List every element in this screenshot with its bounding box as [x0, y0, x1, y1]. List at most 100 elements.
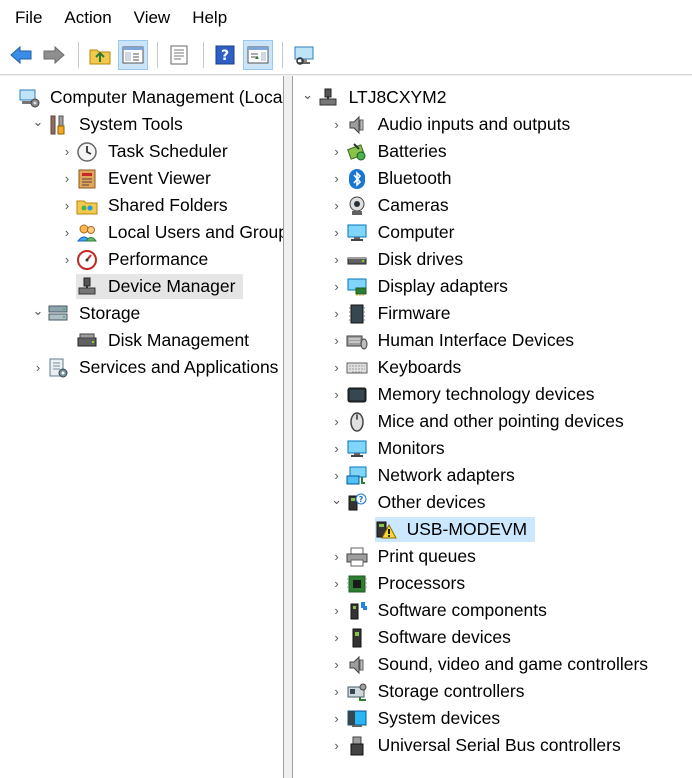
expand-chevron-right-icon[interactable]: ›	[328, 196, 346, 216]
tree-node-usb-modevm[interactable]: USB-MODEVM	[293, 516, 692, 543]
tree-node-content[interactable]: Memory technology devices	[346, 382, 603, 407]
tree-node-processors[interactable]: › Processors	[293, 570, 692, 597]
expand-chevron-right-icon[interactable]: ›	[328, 385, 346, 405]
tree-node-content[interactable]: Software devices	[346, 625, 519, 650]
expand-chevron-right-icon[interactable]: ›	[328, 709, 346, 729]
tree-node-keyboards[interactable]: › Keyboards	[293, 354, 692, 381]
tree-node-bluetooth[interactable]: › Bluetooth	[293, 165, 692, 192]
tree-node-content[interactable]: Print queues	[346, 544, 484, 569]
tree-node-content[interactable]: Computer	[346, 220, 463, 245]
tree-node-event-viewer[interactable]: › Event Viewer	[0, 165, 283, 192]
tree-node-content[interactable]: Device Manager	[76, 274, 244, 299]
expand-chevron-right-icon[interactable]: ›	[328, 169, 346, 189]
expand-chevron-right-icon[interactable]: ›	[328, 736, 346, 756]
tree-node-content[interactable]: ? Other devices	[346, 490, 494, 515]
tree-node-ltj8cxym2[interactable]: ⌄ LTJ8CXYM2	[293, 84, 692, 111]
expand-chevron-right-icon[interactable]: ›	[58, 142, 76, 162]
tree-node-local-users-and-groups[interactable]: › Local Users and Groups	[0, 219, 283, 246]
tree-node-memory-technology-devices[interactable]: › Memory technology devices	[293, 381, 692, 408]
tree-node-content[interactable]: Storage controllers	[346, 679, 533, 704]
menu-action[interactable]: Action	[53, 4, 122, 32]
tree-node-content[interactable]: Network adapters	[346, 463, 523, 488]
menu-view[interactable]: View	[123, 4, 182, 32]
console-tree-pane[interactable]: Computer Management (Local) ⌄ System Tools…	[0, 76, 284, 778]
tree-node-batteries[interactable]: › Batteries	[293, 138, 692, 165]
tree-node-universal-serial-bus-controllers[interactable]: › Universal Serial Bus controllers	[293, 732, 692, 759]
tree-node-content[interactable]: Human Interface Devices	[346, 328, 582, 353]
expand-chevron-down-icon[interactable]: ⌄	[328, 490, 346, 510]
tree-node-content[interactable]: System Tools	[47, 112, 191, 137]
tree-node-performance[interactable]: › Performance	[0, 246, 283, 273]
tree-node-content[interactable]: Monitors	[346, 436, 453, 461]
expand-chevron-right-icon[interactable]: ›	[328, 439, 346, 459]
tree-node-device-manager[interactable]: Device Manager	[0, 273, 283, 300]
tree-node-content[interactable]: Batteries	[346, 139, 455, 164]
tree-node-content[interactable]: Performance	[76, 247, 216, 272]
tree-node-content[interactable]: Mice and other pointing devices	[346, 409, 632, 434]
tree-node-content[interactable]: Bluetooth	[346, 166, 460, 191]
tree-node-content[interactable]: Display adapters	[346, 274, 516, 299]
properties-button[interactable]	[164, 40, 194, 70]
device-tree-pane[interactable]: ⌄ LTJ8CXYM2 › Audio inputs and outputs › Batt…	[291, 76, 692, 778]
tree-node-software-devices[interactable]: › Software devices	[293, 624, 692, 651]
tree-node-print-queues[interactable]: › Print queues	[293, 543, 692, 570]
tree-node-content[interactable]: Storage	[47, 301, 148, 326]
menu-help[interactable]: Help	[181, 4, 238, 32]
back-button[interactable]	[6, 40, 36, 70]
menu-file[interactable]: File	[4, 4, 53, 32]
tree-node-content[interactable]: Firmware	[346, 301, 459, 326]
expand-chevron-right-icon[interactable]: ›	[328, 574, 346, 594]
tree-node-content[interactable]: Sound, video and game controllers	[346, 652, 656, 677]
show-hide-action-pane-button[interactable]	[243, 40, 273, 70]
expand-chevron-right-icon[interactable]: ›	[328, 682, 346, 702]
tree-node-services-and-applications[interactable]: › Services and Applications	[0, 354, 283, 381]
tree-node-cameras[interactable]: › Cameras	[293, 192, 692, 219]
tree-node-mice-and-other-pointing-devices[interactable]: › Mice and other pointing devices	[293, 408, 692, 435]
expand-chevron-right-icon[interactable]: ›	[328, 547, 346, 567]
tree-node-content[interactable]: Services and Applications	[47, 355, 283, 380]
tree-node-network-adapters[interactable]: › Network adapters	[293, 462, 692, 489]
tree-node-content[interactable]: Task Scheduler	[76, 139, 236, 164]
tree-node-task-scheduler[interactable]: › Task Scheduler	[0, 138, 283, 165]
expand-chevron-down-icon[interactable]: ⌄	[299, 85, 317, 105]
tree-node-content[interactable]: System devices	[346, 706, 509, 731]
tree-node-content[interactable]: Disk Management	[76, 328, 257, 353]
tree-node-computer-management-local[interactable]: Computer Management (Local)	[0, 84, 283, 111]
expand-chevron-right-icon[interactable]: ›	[328, 115, 346, 135]
tree-node-content[interactable]: Disk drives	[346, 247, 472, 272]
expand-chevron-right-icon[interactable]: ›	[58, 250, 76, 270]
tree-node-content[interactable]: Event Viewer	[76, 166, 219, 191]
tree-node-system-tools[interactable]: ⌄ System Tools	[0, 111, 283, 138]
tree-node-software-components[interactable]: › Software components	[293, 597, 692, 624]
tree-node-human-interface-devices[interactable]: › Human Interface Devices	[293, 327, 692, 354]
tree-node-content[interactable]: Software components	[346, 598, 555, 623]
expand-chevron-right-icon[interactable]: ›	[328, 250, 346, 270]
expand-chevron-right-icon[interactable]: ›	[328, 655, 346, 675]
expand-chevron-right-icon[interactable]: ›	[328, 628, 346, 648]
expand-chevron-right-icon[interactable]: ›	[328, 304, 346, 324]
tree-node-content[interactable]: Processors	[346, 571, 474, 596]
tree-node-content[interactable]: Universal Serial Bus controllers	[346, 733, 629, 758]
tree-node-system-devices[interactable]: › System devices	[293, 705, 692, 732]
scan-hardware-button[interactable]	[289, 40, 319, 70]
expand-chevron-right-icon[interactable]: ›	[328, 601, 346, 621]
expand-chevron-right-icon[interactable]: ›	[58, 196, 76, 216]
expand-chevron-right-icon[interactable]: ›	[328, 358, 346, 378]
expand-chevron-down-icon[interactable]: ⌄	[29, 112, 47, 132]
expand-chevron-right-icon[interactable]: ›	[328, 223, 346, 243]
expand-chevron-right-icon[interactable]: ›	[328, 277, 346, 297]
expand-chevron-right-icon[interactable]: ›	[328, 331, 346, 351]
pane-splitter[interactable]	[283, 76, 292, 778]
tree-node-sound-video-and-game-controllers[interactable]: › Sound, video and game controllers	[293, 651, 692, 678]
tree-node-monitors[interactable]: › Monitors	[293, 435, 692, 462]
tree-node-content[interactable]: Cameras	[346, 193, 457, 218]
expand-chevron-right-icon[interactable]: ›	[328, 142, 346, 162]
expand-chevron-right-icon[interactable]: ›	[58, 169, 76, 189]
tree-node-shared-folders[interactable]: › Shared Folders	[0, 192, 283, 219]
tree-node-storage[interactable]: ⌄ Storage	[0, 300, 283, 327]
tree-node-audio-inputs-and-outputs[interactable]: › Audio inputs and outputs	[293, 111, 692, 138]
expand-chevron-right-icon[interactable]: ›	[58, 223, 76, 243]
up-one-level-button[interactable]	[85, 40, 115, 70]
forward-button[interactable]	[39, 40, 69, 70]
tree-node-content[interactable]: Local Users and Groups	[76, 220, 283, 245]
